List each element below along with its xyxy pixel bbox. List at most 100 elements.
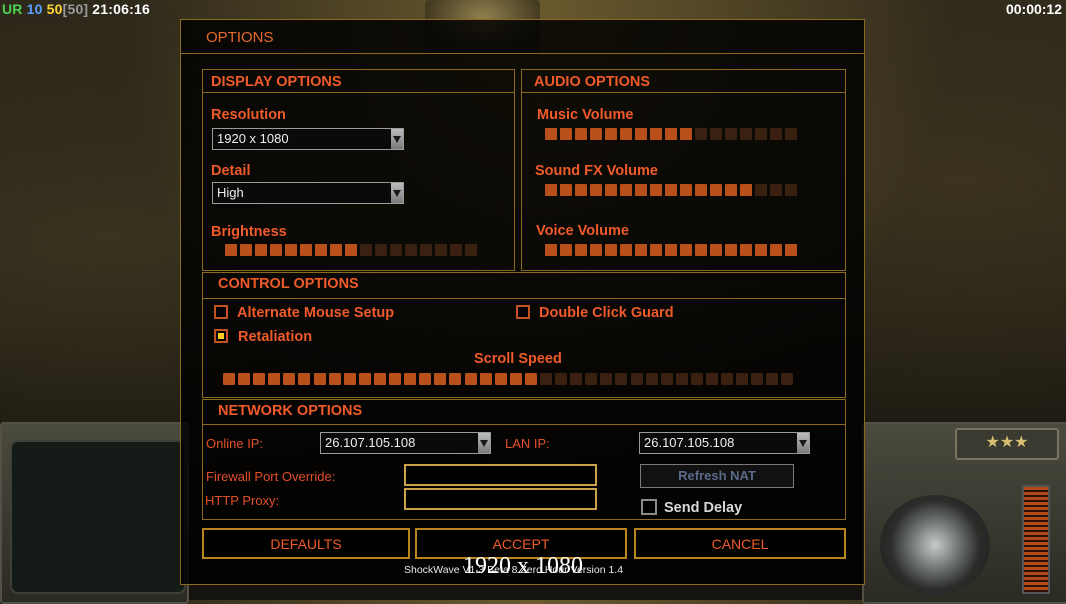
slider-segment[interactable] [785, 128, 797, 140]
slider-segment[interactable] [590, 184, 602, 196]
resolution-select[interactable]: 1920 x 1080 [212, 128, 404, 150]
slider-segment[interactable] [710, 128, 722, 140]
slider-segment[interactable] [300, 244, 312, 256]
slider-segment[interactable] [560, 184, 572, 196]
voice-volume-slider[interactable] [545, 244, 797, 256]
slider-segment[interactable] [590, 244, 602, 256]
slider-segment[interactable] [740, 184, 752, 196]
music-volume-slider[interactable] [545, 128, 797, 140]
defaults-button[interactable]: DEFAULTS [202, 528, 410, 559]
slider-segment[interactable] [620, 128, 632, 140]
double-click-guard-checkbox[interactable] [516, 305, 530, 319]
slider-segment[interactable] [494, 373, 507, 385]
slider-segment[interactable] [298, 373, 311, 385]
slider-segment[interactable] [328, 373, 341, 385]
slider-segment[interactable] [635, 184, 647, 196]
send-delay-checkbox[interactable] [641, 499, 657, 515]
double-click-guard-label[interactable]: Double Click Guard [539, 305, 674, 321]
brightness-slider[interactable] [225, 244, 477, 256]
slider-segment[interactable] [635, 244, 647, 256]
slider-segment[interactable] [225, 244, 237, 256]
slider-segment[interactable] [695, 128, 707, 140]
slider-segment[interactable] [755, 128, 767, 140]
slider-segment[interactable] [404, 373, 417, 385]
slider-segment[interactable] [615, 373, 628, 385]
slider-segment[interactable] [785, 244, 797, 256]
cancel-button[interactable]: CANCEL [634, 528, 846, 559]
slider-segment[interactable] [434, 373, 447, 385]
slider-segment[interactable] [240, 244, 252, 256]
chevron-down-icon[interactable] [391, 129, 403, 149]
slider-segment[interactable] [313, 373, 326, 385]
slider-segment[interactable] [255, 244, 267, 256]
send-delay-label[interactable]: Send Delay [664, 500, 742, 516]
slider-segment[interactable] [389, 373, 402, 385]
slider-segment[interactable] [524, 373, 537, 385]
alternate-mouse-checkbox[interactable] [214, 305, 228, 319]
slider-segment[interactable] [725, 128, 737, 140]
slider-segment[interactable] [464, 373, 477, 385]
slider-segment[interactable] [680, 244, 692, 256]
slider-segment[interactable] [345, 244, 357, 256]
slider-segment[interactable] [539, 373, 552, 385]
chevron-down-icon[interactable] [797, 433, 809, 453]
slider-segment[interactable] [690, 373, 703, 385]
slider-segment[interactable] [781, 373, 794, 385]
slider-segment[interactable] [706, 373, 718, 385]
slider-segment[interactable] [650, 244, 662, 256]
slider-segment[interactable] [751, 373, 764, 385]
slider-segment[interactable] [330, 244, 342, 256]
slider-segment[interactable] [630, 373, 643, 385]
slider-segment[interactable] [710, 184, 722, 196]
slider-segment[interactable] [740, 128, 752, 140]
slider-segment[interactable] [575, 128, 587, 140]
slider-segment[interactable] [575, 244, 587, 256]
slider-segment[interactable] [665, 184, 677, 196]
slider-segment[interactable] [620, 184, 632, 196]
slider-segment[interactable] [675, 373, 688, 385]
slider-segment[interactable] [223, 373, 235, 385]
slider-segment[interactable] [545, 128, 557, 140]
slider-segment[interactable] [390, 244, 402, 256]
slider-segment[interactable] [740, 244, 752, 256]
slider-segment[interactable] [660, 373, 673, 385]
slider-segment[interactable] [555, 373, 568, 385]
slider-segment[interactable] [545, 184, 557, 196]
sound-fx-volume-slider[interactable] [545, 184, 797, 196]
slider-segment[interactable] [575, 184, 587, 196]
slider-segment[interactable] [509, 373, 522, 385]
slider-segment[interactable] [721, 373, 734, 385]
slider-segment[interactable] [449, 373, 462, 385]
slider-segment[interactable] [680, 128, 692, 140]
slider-segment[interactable] [373, 373, 386, 385]
slider-segment[interactable] [770, 184, 782, 196]
slider-segment[interactable] [545, 244, 557, 256]
slider-segment[interactable] [465, 244, 477, 256]
http-proxy-input[interactable] [404, 488, 597, 510]
slider-segment[interactable] [766, 373, 779, 385]
slider-segment[interactable] [479, 373, 492, 385]
slider-segment[interactable] [590, 128, 602, 140]
alternate-mouse-label[interactable]: Alternate Mouse Setup [237, 305, 394, 321]
slider-segment[interactable] [435, 244, 447, 256]
slider-segment[interactable] [343, 373, 356, 385]
slider-segment[interactable] [695, 244, 707, 256]
online-ip-select[interactable]: 26.107.105.108 [320, 432, 491, 454]
slider-segment[interactable] [736, 373, 749, 385]
retaliation-label[interactable]: Retaliation [238, 329, 312, 345]
slider-segment[interactable] [585, 373, 598, 385]
slider-segment[interactable] [238, 373, 251, 385]
slider-segment[interactable] [650, 128, 662, 140]
slider-segment[interactable] [560, 128, 572, 140]
refresh-nat-button[interactable]: Refresh NAT [640, 464, 794, 488]
slider-segment[interactable] [420, 244, 432, 256]
retaliation-checkbox[interactable] [214, 329, 228, 343]
chevron-down-icon[interactable] [478, 433, 490, 453]
scroll-speed-slider[interactable] [223, 373, 794, 385]
slider-segment[interactable] [620, 244, 632, 256]
detail-select[interactable]: High [212, 182, 404, 204]
slider-segment[interactable] [645, 373, 658, 385]
slider-segment[interactable] [635, 128, 647, 140]
slider-segment[interactable] [405, 244, 417, 256]
lan-ip-select[interactable]: 26.107.105.108 [639, 432, 810, 454]
